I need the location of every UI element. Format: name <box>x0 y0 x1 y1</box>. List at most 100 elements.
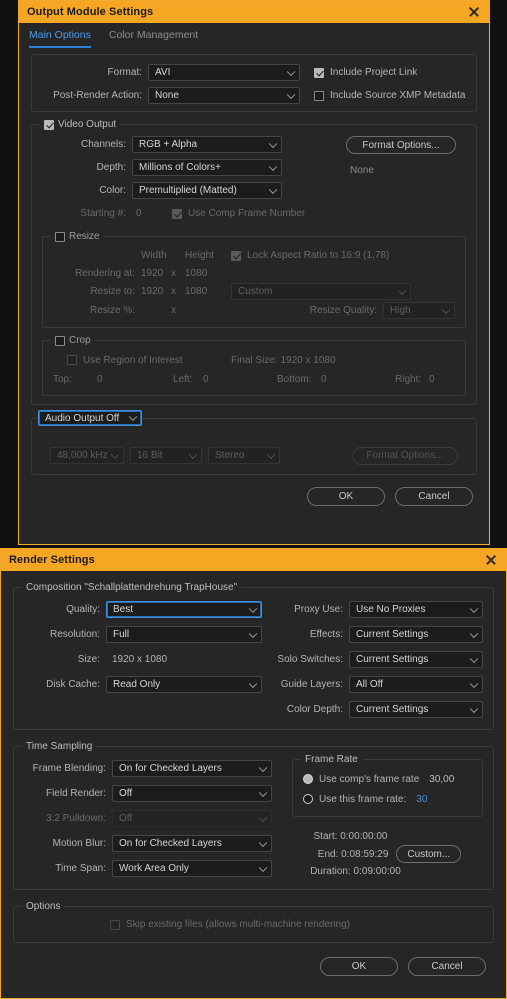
use-comp-frame-number-label: Use Comp Frame Number <box>188 208 306 219</box>
render-settings-title: Render Settings <box>9 554 95 566</box>
solo-switches-value: Current Settings <box>356 654 429 665</box>
solo-switches-select[interactable]: Current Settings <box>349 651 483 668</box>
resize-legend: Resize <box>51 231 104 242</box>
chevron-down-icon <box>469 704 479 713</box>
chevron-down-icon <box>188 450 198 459</box>
render-settings-ok-button[interactable]: OK <box>320 957 398 976</box>
size-value: 1920 x 1080 <box>112 654 168 665</box>
audio-output-select[interactable]: Audio Output Off <box>38 410 142 426</box>
motion-blur-select[interactable]: On for Checked Layers <box>112 835 272 852</box>
output-module-titlebar: Output Module Settings <box>19 1 489 23</box>
color-depth-select[interactable]: Current Settings <box>349 701 483 718</box>
app-screen: Output Module Settings Main Options Colo… <box>0 0 507 999</box>
pulldown-label: 3:2 Pulldown: <box>45 813 106 824</box>
motion-blur-label: Motion Blur: <box>52 838 106 849</box>
time-span-select[interactable]: Work Area Only <box>112 860 272 877</box>
resolution-label: Resolution: <box>49 629 100 640</box>
render-settings-footer: OK Cancel <box>13 943 494 980</box>
resize-to-x: x <box>171 286 176 297</box>
chevron-down-icon <box>258 838 268 847</box>
use-comps-frame-rate-radio[interactable] <box>303 774 313 784</box>
effects-select[interactable]: Current Settings <box>349 626 483 643</box>
effects-value: Current Settings <box>356 629 429 640</box>
frame-rate-legend: Frame Rate <box>301 754 362 765</box>
format-select[interactable]: AVI <box>148 64 300 81</box>
chevron-down-icon <box>268 139 278 148</box>
frame-rate-panel: Frame Rate Use comp's frame rate 30,00 U… <box>292 754 483 817</box>
disk-cache-select[interactable]: Read Only <box>106 676 262 693</box>
depth-select[interactable]: Millions of Colors+ <box>132 159 282 176</box>
use-comp-frame-number-row: Use Comp Frame Number <box>172 208 305 219</box>
video-output-checkbox[interactable] <box>44 119 54 130</box>
color-select[interactable]: Premultiplied (Matted) <box>132 182 282 199</box>
resolution-select[interactable]: Full <box>106 626 262 643</box>
solo-switches-label: Solo Switches: <box>277 654 343 665</box>
crop-left-value: 0 <box>203 373 209 385</box>
options-legend: Options <box>22 901 65 912</box>
composition-legend: Composition "Schallplattendrehung TrapHo… <box>22 582 242 593</box>
chevron-down-icon <box>286 67 296 76</box>
include-xmp-checkbox[interactable] <box>314 90 324 101</box>
this-frame-rate-value[interactable]: 30 <box>416 794 427 805</box>
include-project-link-row[interactable]: Include Project Link <box>314 67 417 78</box>
color-depth-value: Current Settings <box>356 704 429 715</box>
size-label: Size: <box>77 654 100 665</box>
channels-label: Channels: <box>80 139 126 150</box>
close-icon[interactable] <box>484 553 498 567</box>
include-project-link-label: Include Project Link <box>330 67 418 78</box>
custom-time-span-button[interactable]: Custom... <box>396 845 462 863</box>
post-render-action-select[interactable]: None <box>148 87 300 104</box>
starting-number-label: Starting #: <box>80 208 126 219</box>
output-module-title: Output Module Settings <box>27 6 154 18</box>
crop-right-label: Right: <box>395 373 422 385</box>
proxy-use-value: Use No Proxies <box>356 604 426 615</box>
pulldown-select: Off <box>112 810 272 827</box>
composition-legend-label: Composition "Schallplattendrehung TrapHo… <box>26 582 238 593</box>
crop-checkbox[interactable] <box>55 335 65 346</box>
resize-checkbox[interactable] <box>55 231 65 242</box>
tab-color-management[interactable]: Color Management <box>109 29 198 48</box>
skip-existing-files-label: Skip existing files (allows multi-machin… <box>126 919 350 930</box>
output-module-cancel-button[interactable]: Cancel <box>395 487 473 506</box>
resize-panel: Resize Width Height Lock Aspect Ratio to… <box>42 231 466 328</box>
quality-select[interactable]: Best <box>106 601 262 618</box>
frame-blending-value: On for Checked Layers <box>119 763 222 774</box>
video-format-options-button[interactable]: Format Options... <box>346 136 456 154</box>
chevron-down-icon <box>266 450 276 459</box>
audio-rate-select: 48,000 kHz <box>50 447 124 464</box>
crop-legend-label: Crop <box>69 335 91 346</box>
time-span-value: Work Area Only <box>119 863 189 874</box>
duration-label: Duration: 0:09:00:00 <box>310 866 401 877</box>
resize-percent-x: x <box>171 305 176 316</box>
video-output-legend-label: Video Output <box>58 119 117 130</box>
include-project-link-checkbox[interactable] <box>314 67 324 78</box>
render-settings-dialog: Render Settings Composition "Schallplatt… <box>0 548 507 999</box>
rendering-at-height: 1080 <box>185 267 208 279</box>
channels-select[interactable]: RGB + Alpha <box>132 136 282 153</box>
lock-aspect-row: Lock Aspect Ratio to 16:9 (1,78) <box>231 250 389 261</box>
use-this-frame-rate-radio[interactable] <box>303 794 313 804</box>
tab-main-options[interactable]: Main Options <box>29 29 91 48</box>
crop-legend: Crop <box>51 335 95 346</box>
chevron-down-icon <box>248 679 258 688</box>
include-xmp-row[interactable]: Include Source XMP Metadata <box>314 90 465 101</box>
use-comps-frame-rate-label: Use comp's frame rate <box>319 773 420 785</box>
output-module-ok-button[interactable]: OK <box>307 487 385 506</box>
close-icon[interactable] <box>467 5 481 19</box>
crop-top-value: 0 <box>97 373 103 385</box>
color-value: Premultiplied (Matted) <box>139 185 237 196</box>
render-settings-cancel-button[interactable]: Cancel <box>408 957 486 976</box>
frame-blending-select[interactable]: On for Checked Layers <box>112 760 272 777</box>
proxy-use-select[interactable]: Use No Proxies <box>349 601 483 618</box>
guide-layers-select[interactable]: All Off <box>349 676 483 693</box>
field-render-select[interactable]: Off <box>112 785 272 802</box>
resize-quality-label: Resize Quality: <box>309 305 377 316</box>
frame-blending-label: Frame Blending: <box>32 763 106 774</box>
starting-number-value[interactable]: 0 <box>132 208 172 219</box>
format-value: AVI <box>155 67 171 78</box>
frame-rate-legend-label: Frame Rate <box>305 754 358 765</box>
guide-layers-value: All Off <box>356 679 384 690</box>
resize-to-label: Resize to: <box>90 286 135 297</box>
audio-output-panel: Audio Output Off 48,000 kHz 16 Bit Stere <box>31 410 477 475</box>
render-settings-titlebar: Render Settings <box>1 549 506 571</box>
